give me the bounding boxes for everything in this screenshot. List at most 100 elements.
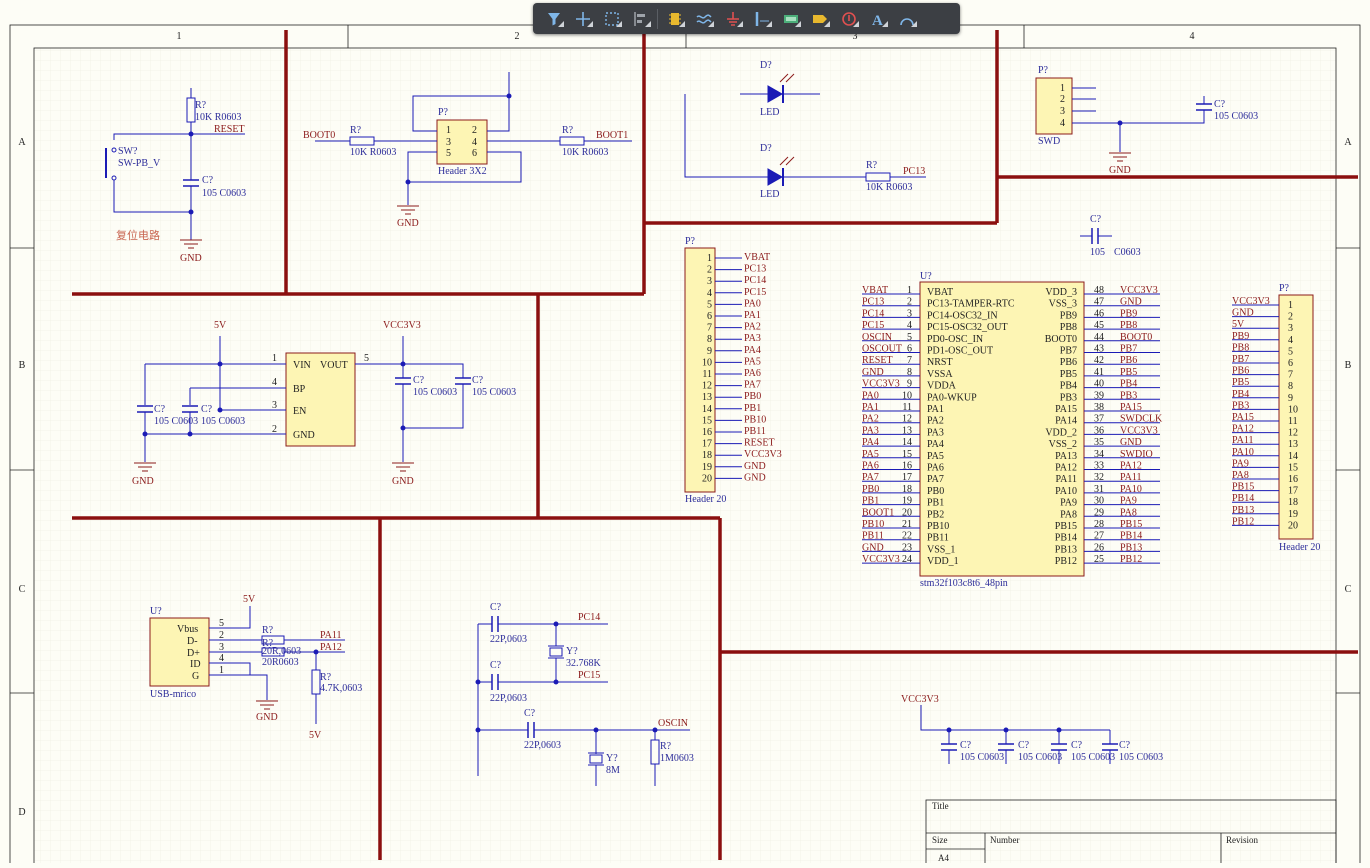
svg-text:22P,0603: 22P,0603 [490, 693, 527, 704]
place-arc-button[interactable] [892, 5, 921, 32]
pin-number: 16 [1288, 474, 1298, 485]
svg-text:RESET: RESET [214, 124, 245, 135]
svg-text:3: 3 [1060, 106, 1065, 117]
net-label: PC13 [862, 297, 884, 308]
svg-text:D?: D? [760, 60, 772, 71]
svg-text:C?: C? [1071, 740, 1083, 751]
svg-text:SW?: SW? [118, 146, 138, 157]
pin-number: 19 [1288, 509, 1298, 520]
mcu-pin-name: PC13-TAMPER-RTC [927, 299, 1015, 310]
svg-text:105 C0603: 105 C0603 [1071, 752, 1115, 763]
net-label: GND [1120, 437, 1142, 448]
arc-icon [899, 17, 914, 25]
svg-text:U?: U? [920, 271, 932, 282]
component-icon [668, 12, 681, 25]
svg-text:GND: GND [1109, 165, 1131, 176]
svg-text:1: 1 [446, 125, 451, 136]
net-label: PB14 [1232, 493, 1254, 504]
mcu-pin-name: VDDA [927, 381, 957, 392]
pin-number: 10 [1288, 404, 1298, 415]
svg-text:105 C0603: 105 C0603 [154, 416, 198, 427]
net-label: PB10 [744, 414, 766, 425]
align-button[interactable] [626, 5, 655, 32]
net-label: PB9 [1232, 331, 1249, 342]
svg-text:R?: R? [195, 100, 207, 111]
reset-caption: 复位电路 [116, 228, 160, 242]
mcu-pin-name: PB9 [1060, 310, 1077, 321]
pin-number: 2 [707, 265, 712, 276]
net-label: PA9 [1232, 458, 1249, 469]
net-label: PB11 [744, 426, 766, 437]
net-label: PB9 [1120, 308, 1137, 319]
place-component-button[interactable] [660, 5, 689, 32]
pin-number: 15 [1288, 462, 1298, 473]
net-label: PC14 [744, 275, 766, 286]
svg-text:GND: GND [132, 476, 154, 487]
schematic-sheet[interactable]: 1 2 3 4 A B C D A B C R? 10K R0603 RESET… [0, 0, 1370, 868]
svg-text:P?: P? [438, 107, 449, 118]
net-label: PA8 [1120, 507, 1137, 518]
svg-text:Size: Size [932, 835, 948, 845]
svg-text:A4: A4 [938, 853, 949, 863]
pin-number: 5 [1288, 346, 1293, 357]
pin-number: 12 [1288, 428, 1298, 439]
schematic-canvas[interactable]: 1 2 3 4 A B C D A B C R? 10K R0603 RESET… [0, 0, 1370, 868]
filter-button[interactable] [539, 5, 568, 32]
place-bus-button[interactable] [747, 5, 776, 32]
place-text-button[interactable]: A [863, 5, 892, 32]
net-label: PB10 [862, 519, 884, 530]
svg-text:C?: C? [1018, 740, 1030, 751]
mcu-pin-name: PA0-WKUP [927, 392, 977, 403]
svg-text:C?: C? [524, 708, 536, 719]
svg-text:6: 6 [472, 148, 477, 159]
mcu-pin-name: PB4 [1060, 381, 1077, 392]
place-wire-button[interactable] [689, 5, 718, 32]
mcu-pin-name: PA15 [1055, 404, 1077, 415]
loose-cap-prefix: 105 [1090, 247, 1105, 258]
mcu-pin-name: PB6 [1060, 357, 1077, 368]
bus-icon [755, 11, 769, 26]
net-label: GND [862, 367, 884, 378]
svg-text:2: 2 [219, 630, 224, 641]
net-label: VCC3V3 [1120, 285, 1158, 296]
svg-text:LED: LED [760, 189, 779, 200]
pin-number: 14 [702, 404, 712, 415]
select-rect-button[interactable] [597, 5, 626, 32]
crosshair-icon [575, 11, 590, 26]
svg-text:1: 1 [272, 353, 277, 364]
net-label: PA2 [862, 414, 879, 425]
net-label: PA4 [744, 345, 761, 356]
place-net-label-button[interactable] [776, 5, 805, 32]
svg-text:VOUT: VOUT [320, 360, 348, 371]
mcu-pin-name: PA6 [927, 463, 944, 474]
row-label: D [18, 807, 25, 818]
net-label: PA1 [862, 402, 879, 413]
pin-number: 17 [702, 439, 712, 450]
svg-text:C?: C? [1214, 99, 1226, 110]
place-port-button[interactable] [805, 5, 834, 32]
no-erc-button[interactable] [834, 5, 863, 32]
net-label: PB14 [1120, 531, 1142, 542]
svg-text:10K R0603: 10K R0603 [562, 147, 608, 158]
place-ground-button[interactable] [718, 5, 747, 32]
svg-text:1: 1 [219, 665, 224, 676]
net-label: PA0 [744, 298, 761, 309]
svg-text:Header 3X2: Header 3X2 [438, 166, 487, 177]
mcu-pin-name: PC15-OSC32_OUT [927, 322, 1008, 333]
svg-text:VCC3V3: VCC3V3 [383, 320, 421, 331]
svg-text:3: 3 [219, 642, 224, 653]
svg-text:BOOT1: BOOT1 [596, 130, 628, 141]
crosshair-button[interactable] [568, 5, 597, 32]
net-label: RESET [862, 355, 893, 366]
pin-number: 2 [1288, 312, 1293, 323]
svg-text:GND: GND [180, 253, 202, 264]
svg-text:VCC3V3: VCC3V3 [901, 694, 939, 705]
row-label: C [1345, 584, 1352, 595]
svg-text:105 C0603: 105 C0603 [472, 387, 516, 398]
net-label: PB1 [862, 496, 879, 507]
wire-icon [695, 13, 712, 24]
mcu-pin-name: PB5 [1060, 369, 1077, 380]
pin-number: 15 [702, 415, 712, 426]
svg-text:PC15: PC15 [578, 670, 600, 681]
net-label: PA1 [744, 310, 761, 321]
